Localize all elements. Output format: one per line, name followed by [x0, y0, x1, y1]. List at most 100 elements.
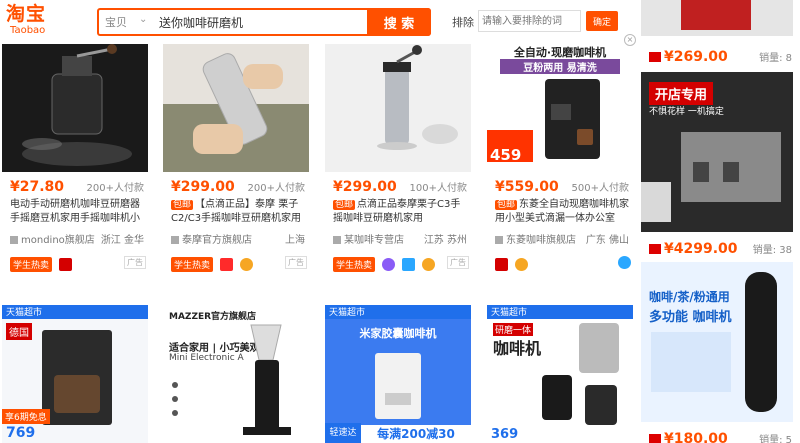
shop-row[interactable]: mondino旗舰店 浙江 金华 — [10, 231, 150, 246]
taobao-logo[interactable]: 淘宝 Taobao — [6, 3, 66, 41]
price: ¥559.00 — [495, 179, 559, 195]
hot-badge: 学生热卖 — [333, 257, 376, 272]
heart-icon — [220, 258, 234, 271]
product-card[interactable]: ¥299.00 100+人付款 包邮 点滴正品泰摩栗子C3手摇咖啡豆研磨机家用 某… — [325, 34, 475, 272]
price: ¥4299.00 — [664, 241, 738, 257]
badge-row: 学生热卖 — [10, 254, 73, 272]
product-image[interactable] — [325, 34, 471, 172]
tmall-icon — [649, 433, 661, 443]
badge-row — [495, 254, 529, 271]
price-row: ¥180.00 — [649, 428, 728, 443]
price: ¥299.00 — [171, 179, 235, 195]
exclude-label: 排除 — [452, 16, 474, 29]
promo-tag: 每满200减30 — [361, 425, 471, 443]
product-image[interactable]: 开店专用 不惧花样 一机搞定 — [641, 72, 793, 232]
image-price: 459 — [490, 146, 522, 164]
price: ¥27.80 — [10, 179, 65, 195]
location: 上海 — [285, 235, 305, 246]
shop-icon — [171, 236, 179, 244]
price: ¥299.00 — [333, 179, 397, 195]
location: 广东 佛山 — [585, 235, 629, 246]
image-price: 769 — [6, 425, 36, 441]
search-input[interactable] — [159, 12, 359, 32]
product-title[interactable]: 包邮 点滴正品泰摩栗子C3手摇咖啡豆研磨机家用 — [333, 198, 469, 226]
machine-illustration — [681, 0, 751, 30]
ad-label: 广告 — [285, 256, 307, 269]
tmall-icon — [495, 258, 508, 271]
flower-icon — [515, 258, 529, 271]
shop-row[interactable]: 某咖啡专营店 江苏 苏州 — [333, 231, 473, 246]
image-price: 369 — [491, 427, 519, 442]
shop-icon — [10, 236, 18, 244]
badge-row: 学生热卖 — [171, 254, 254, 272]
espresso-grinder-illustration — [172, 324, 291, 435]
installment-tag: 享6期免息 — [2, 409, 50, 424]
product-card[interactable]: 天猫超市 德国 享6期免息 769 — [2, 305, 152, 443]
ad-label: 广告 — [124, 256, 146, 269]
tmall-icon — [59, 258, 73, 271]
price: ¥269.00 — [664, 49, 728, 65]
grinder-brewer-illustration — [542, 323, 619, 425]
search-box: 宝贝 ⌄ 搜 索 — [97, 8, 431, 36]
chevron-down-icon[interactable]: ⌄ — [139, 14, 147, 25]
product-image[interactable] — [163, 34, 309, 172]
shop-row[interactable]: 泰摩官方旗舰店 上海 — [171, 231, 311, 246]
sales-count: 销量: 5 — [759, 435, 792, 443]
product-card[interactable]: 全自动·现磨咖啡机 豆粉两用 易清洗 459 ¥559.00 500+人付款 包… — [487, 34, 637, 271]
exclude-input[interactable] — [478, 10, 581, 32]
shop-name: mondino旗舰店 — [21, 235, 95, 246]
hot-badge: 学生热卖 — [171, 257, 214, 272]
portable-coffee-maker-illustration — [651, 272, 777, 412]
location: 浙江 金华 — [100, 235, 144, 246]
sales-count: 500+人付款 — [571, 183, 629, 194]
price: ¥180.00 — [664, 431, 728, 443]
product-title[interactable]: 包邮 东菱全自动现磨咖啡机家用小型美式滴漏一体办公室 — [495, 198, 631, 226]
title-text: 电动手动研磨机咖啡豆研磨器手摇磨豆机家用手摇咖啡机小型 — [10, 199, 140, 224]
fast-delivery-tag: 轻速达 — [325, 423, 361, 443]
product-card[interactable]: 天猫超市 咖啡机 研磨一体 369 — [487, 305, 637, 443]
product-card[interactable]: MAZZER官方旗舰店 适合家用 | 小巧美观 Mini Electronic … — [163, 305, 313, 443]
badge-row: 学生热卖 — [333, 254, 436, 272]
confirm-button[interactable]: 确定 — [586, 11, 618, 31]
product-image[interactable]: 天猫超市 米家胶囊咖啡机 轻速达 每满200减30 — [325, 305, 471, 443]
search-category-select[interactable]: 宝贝 — [105, 14, 127, 30]
product-title[interactable]: 包邮【点滴正品】泰摩 栗子C2/C3手摇咖啡豆研磨机家用便携 — [171, 198, 307, 226]
sales-count: 200+人付款 — [247, 183, 305, 194]
commercial-espresso-illustration — [641, 132, 781, 222]
product-image[interactable] — [2, 34, 148, 172]
free-shipping-badge: 包邮 — [333, 200, 356, 210]
product-card[interactable]: ¥27.80 200+人付款 电动手动研磨机咖啡豆研磨器手摇磨豆机家用手摇咖啡机… — [2, 34, 152, 272]
sales-count: 200+人付款 — [86, 183, 144, 194]
logo-en-text: Taobao — [10, 25, 46, 36]
product-image[interactable] — [641, 0, 793, 36]
product-image[interactable]: 全自动·现磨咖啡机 豆粉两用 易清洗 459 — [487, 34, 633, 172]
product-image[interactable]: 天猫超市 德国 享6期免息 769 — [2, 305, 148, 443]
recommend-column: ¥269.00 销量: 8 开店专用 不惧花样 一机搞定 ¥4299.00 销量… — [641, 0, 800, 443]
product-card[interactable]: 天猫超市 米家胶囊咖啡机 轻速达 每满200减30 — [325, 305, 475, 443]
shop-name: 泰摩官方旗舰店 — [182, 235, 252, 246]
ad-label: 广告 — [447, 256, 469, 269]
grinder-illustration — [2, 34, 148, 172]
water-drop-icon — [618, 256, 631, 269]
close-icon[interactable]: × — [624, 34, 636, 46]
product-card[interactable]: ¥299.00 200+人付款 包邮 【点滴正品】泰摩 栗子C2/C3手摇咖啡豆研… — [163, 34, 313, 272]
free-shipping-badge: 包邮 — [171, 200, 194, 210]
product-image[interactable]: 天猫超市 咖啡机 研磨一体 369 — [487, 305, 633, 443]
sales-count: 销量: 38 — [752, 245, 792, 256]
tmall-icon — [649, 243, 661, 254]
location: 江苏 苏州 — [423, 235, 467, 246]
sales-count: 100+人付款 — [409, 183, 467, 194]
product-title[interactable]: 电动手动研磨机咖啡豆研磨器手摇磨豆机家用手摇咖啡机小型 — [10, 198, 146, 226]
hand-grinder-illustration — [163, 34, 309, 172]
search-button[interactable]: 搜 索 — [367, 8, 431, 36]
tmall-icon — [649, 51, 661, 62]
top-search-header: 淘宝 Taobao 宝贝 ⌄ 搜 索 排除 确定 — [0, 0, 636, 44]
shop-name: 东菱咖啡旗舰店 — [506, 235, 576, 246]
product-image[interactable]: 咖啡/茶/粉通用 多功能 咖啡机 — [641, 262, 793, 422]
product-image[interactable]: MAZZER官方旗舰店 适合家用 | 小巧美观 Mini Electronic … — [163, 305, 309, 443]
shop-name: 某咖啡专营店 — [344, 235, 404, 246]
shop-row[interactable]: 东菱咖啡旗舰店 广东 佛山 — [495, 231, 635, 246]
sales-count: 销量: 8 — [759, 53, 792, 64]
metal-grinder-illustration — [325, 34, 471, 172]
logo-cn-text: 淘宝 — [6, 3, 47, 25]
